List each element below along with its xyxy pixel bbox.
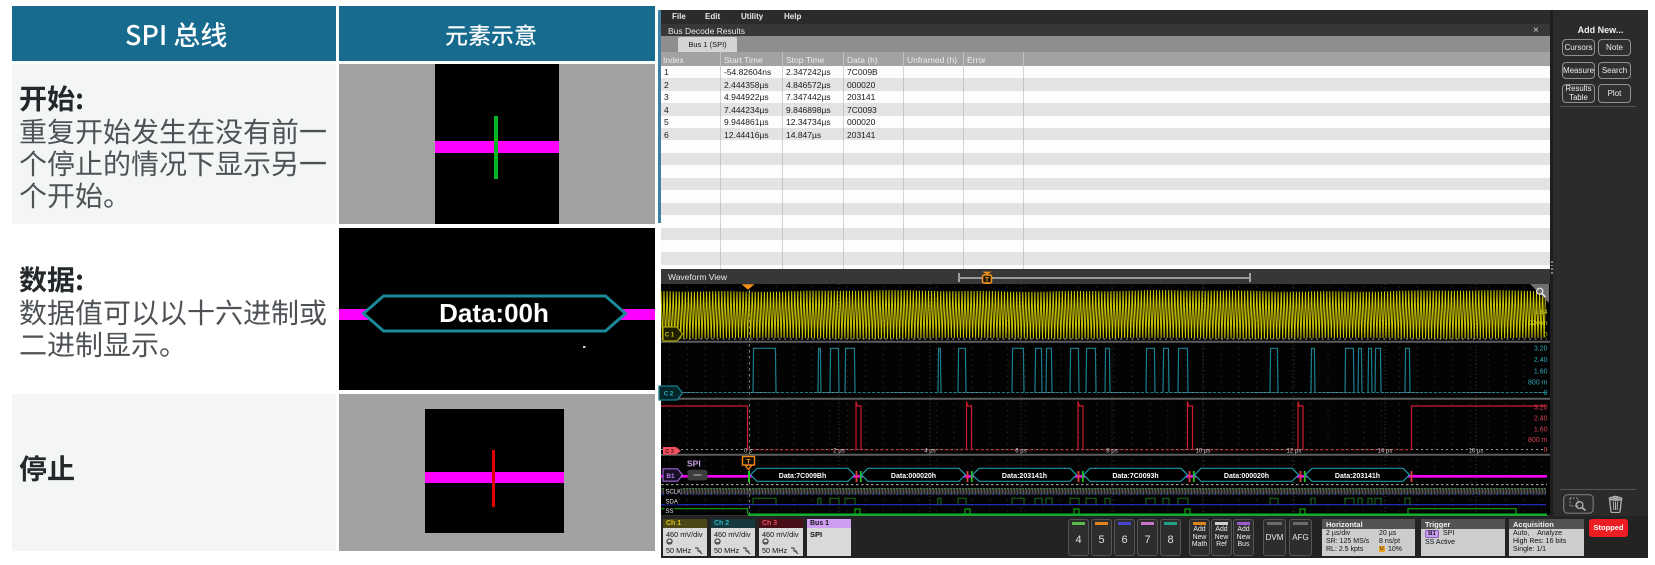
svg-text:12 µs: 12 µs <box>1287 448 1302 454</box>
svg-text:Data:203141h: Data:203141h <box>1335 472 1380 479</box>
svg-text:0: 0 <box>1544 390 1548 397</box>
svg-text:2 µs: 2 µs <box>833 448 844 454</box>
svg-text:1.60: 1.60 <box>1534 368 1548 375</box>
svg-text:2.40: 2.40 <box>1534 415 1548 422</box>
svg-text:SS: SS <box>666 509 674 515</box>
svg-text:0: 0 <box>1544 447 1548 454</box>
svg-text:16 µs: 16 µs <box>1469 448 1484 454</box>
svg-text:8 µs: 8 µs <box>1106 448 1117 454</box>
svg-text:0 s: 0 s <box>744 448 752 454</box>
svg-text:SCLK: SCLK <box>666 489 682 495</box>
svg-text:920 m: 920 m <box>1529 320 1548 327</box>
svg-text:800 m: 800 m <box>1528 379 1548 386</box>
svg-text:3.20: 3.20 <box>1534 404 1548 411</box>
svg-text:3.20: 3.20 <box>1534 345 1548 352</box>
svg-text:10 µs: 10 µs <box>1196 448 1211 454</box>
svg-text:1.84: 1.84 <box>1534 309 1547 316</box>
svg-text:4 µs: 4 µs <box>924 448 935 454</box>
svg-text:C 3: C 3 <box>665 449 674 455</box>
svg-text:800 m: 800 m <box>1528 437 1548 444</box>
svg-text:C 2: C 2 <box>664 391 674 397</box>
svg-text:SPI: SPI <box>687 458 701 468</box>
svg-text:6 µs: 6 µs <box>1015 448 1026 454</box>
svg-text:Data:000020h: Data:000020h <box>891 472 936 479</box>
svg-text:SDA: SDA <box>666 499 678 505</box>
svg-text:Data:000020h: Data:000020h <box>1224 472 1269 479</box>
svg-text:C 1: C 1 <box>665 332 675 338</box>
svg-text:B1: B1 <box>666 473 675 480</box>
svg-text:T: T <box>985 277 989 284</box>
svg-text:14 µs: 14 µs <box>1378 448 1393 454</box>
svg-text:Data:203141h: Data:203141h <box>1002 472 1047 479</box>
svg-text:1.60: 1.60 <box>1534 426 1548 433</box>
svg-text:2.40: 2.40 <box>1534 357 1548 364</box>
svg-text:Data:7C0093h: Data:7C0093h <box>1112 472 1158 479</box>
svg-text:0: 0 <box>1544 331 1548 338</box>
svg-text:Data:7C009Bh: Data:7C009Bh <box>779 472 826 479</box>
